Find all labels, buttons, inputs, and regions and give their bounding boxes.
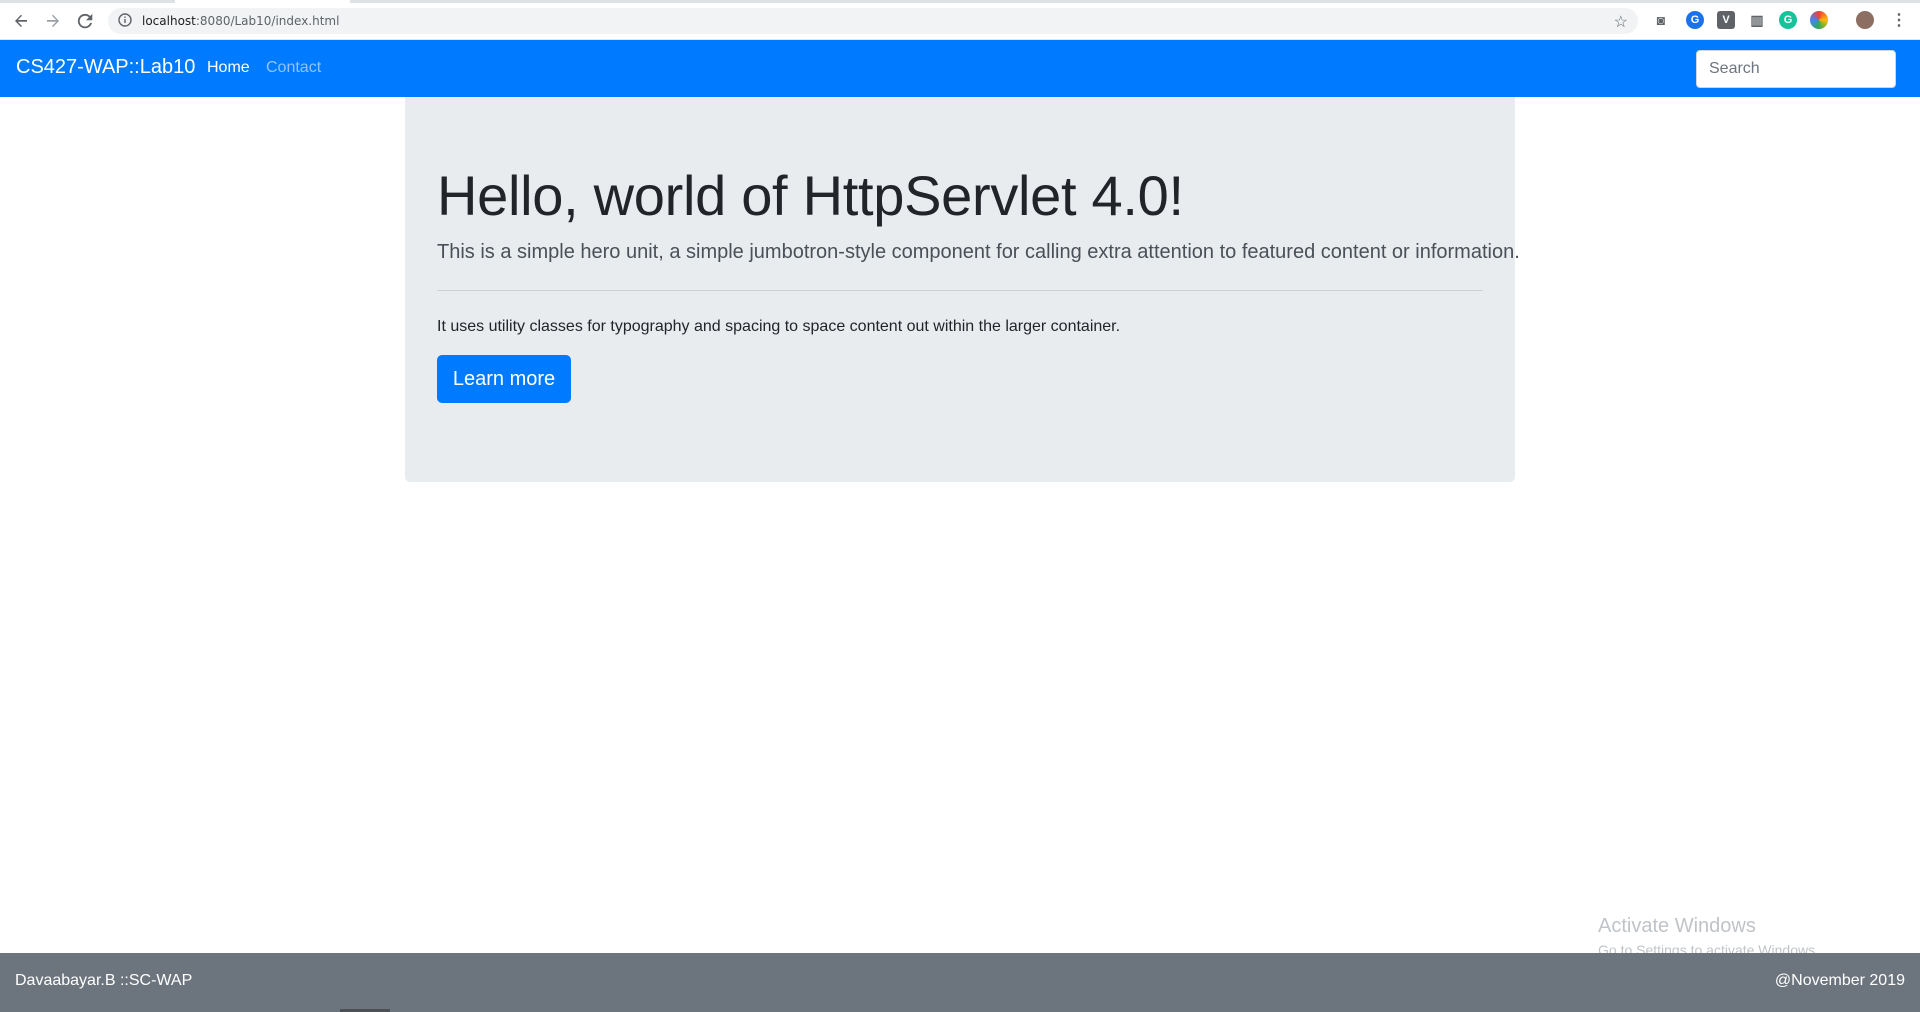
footer-author: Davaabayar.B ::SC-WAP (15, 972, 193, 989)
tab-strip (0, 0, 1920, 3)
color-icon[interactable] (1810, 11, 1828, 29)
address-bar[interactable]: localhost:8080/Lab10/index.html ☆ (108, 8, 1638, 34)
url-text: localhost:8080/Lab10/index.html (142, 14, 339, 28)
browser-toolbar: localhost:8080/Lab10/index.html ☆ ◙ G V … (0, 0, 1920, 40)
translate-icon[interactable]: G (1686, 11, 1704, 29)
avatar[interactable] (1856, 11, 1874, 29)
activation-watermark: Activate Windows Go to Settings to activ… (1598, 915, 1819, 954)
back-icon[interactable] (10, 10, 32, 32)
bookmark-star-icon[interactable]: ☆ (1614, 12, 1628, 32)
reload-icon[interactable] (74, 10, 96, 32)
page-title: Hello, world of HttpServlet 4.0! (437, 164, 1184, 227)
navbar: CS427-WAP::Lab10 Home Contact (0, 40, 1920, 97)
nav-link-contact[interactable]: Contact (266, 59, 321, 77)
camera-icon[interactable]: ◙ (1652, 11, 1670, 29)
forward-icon[interactable] (42, 10, 64, 32)
footer: Davaabayar.B ::SC-WAP @November 2019 (0, 953, 1920, 1012)
nav-link-home[interactable]: Home (207, 59, 250, 77)
url-path: :8080/Lab10/index.html (195, 14, 340, 28)
body-text: It uses utility classes for typography a… (437, 318, 1121, 335)
lead-text: This is a simple hero unit, a simple jum… (437, 241, 1520, 263)
url-host: localhost (142, 14, 196, 28)
v-extension-icon[interactable]: V (1717, 11, 1735, 29)
info-icon[interactable] (118, 13, 132, 27)
stats-icon[interactable]: ▥ (1748, 11, 1766, 29)
navbar-brand[interactable]: CS427-WAP::Lab10 (16, 56, 195, 79)
active-tab[interactable] (175, 0, 350, 3)
learn-more-button[interactable]: Learn more (437, 355, 571, 403)
divider (437, 290, 1483, 291)
search-input[interactable] (1696, 50, 1896, 88)
grammarly-icon[interactable]: G (1779, 11, 1797, 29)
watermark-title: Activate Windows (1598, 915, 1756, 937)
menu-dots-icon[interactable]: ⋮ (1890, 11, 1908, 29)
jumbotron: Hello, world of HttpServlet 4.0! This is… (405, 97, 1520, 482)
footer-date: @November 2019 (1774, 972, 1905, 989)
